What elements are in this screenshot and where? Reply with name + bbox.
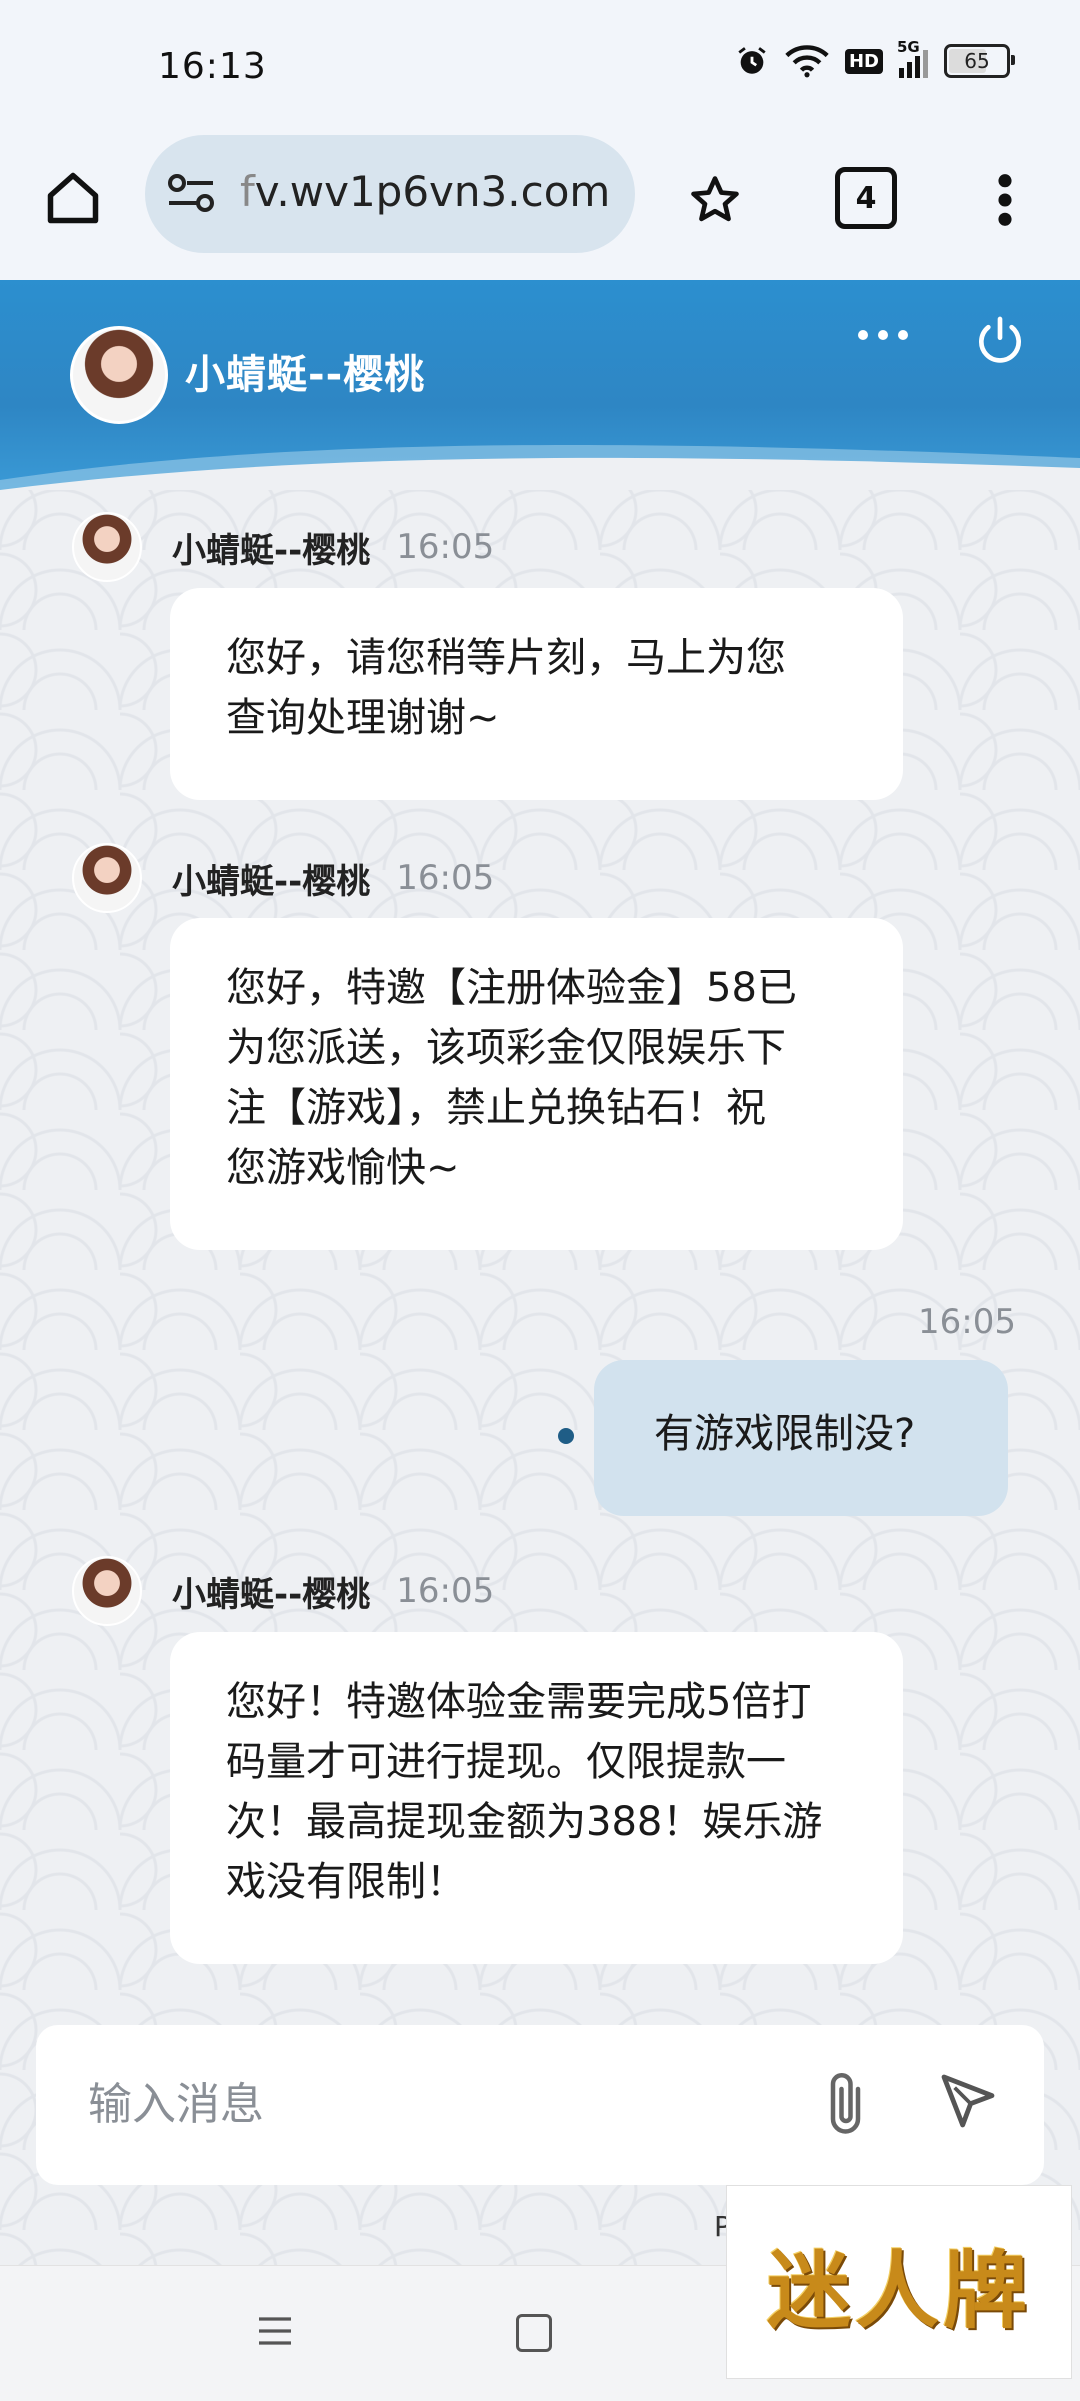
sender-name: 小蜻蜓--樱桃 [172, 861, 371, 902]
more-vert-icon [998, 174, 1012, 226]
site-settings-icon[interactable] [165, 171, 217, 215]
agent-avatar-small [72, 512, 142, 582]
message-time: 16:05 [396, 858, 495, 898]
send-icon[interactable] [936, 2069, 1000, 2133]
url-text[interactable]: fv.wv1p6vn3.com [240, 167, 610, 216]
status-time: 16:13 [158, 46, 267, 87]
agent-message-bubble: 您好，请您稍等片刻，马上为您 查询处理谢谢~ [170, 588, 903, 800]
my-message-bubble: 有游戏限制没? [594, 1360, 1008, 1516]
chat-header: 小蜻蜓--樱桃 [0, 280, 1080, 490]
nav-home-button[interactable] [516, 2314, 552, 2352]
agent-avatar-small [72, 1556, 142, 1626]
attachment-icon[interactable] [818, 2065, 878, 2143]
message-time: 16:05 [918, 1302, 1016, 1342]
hd-badge: HD [844, 48, 883, 74]
address-bar[interactable]: fv.wv1p6vn3.com [145, 135, 635, 253]
header-wave [0, 445, 1080, 490]
message-line: 您好，特邀【注册体验金】58已 [226, 965, 797, 1011]
message-line: 查询处理谢谢~ [226, 695, 500, 741]
message-time: 16:05 [396, 527, 495, 567]
wifi-icon [785, 45, 829, 78]
url-prefix: f [240, 167, 255, 216]
more-horiz-icon[interactable] [855, 325, 911, 345]
message-input[interactable] [86, 2073, 810, 2135]
recents-menu-icon[interactable] [255, 2311, 295, 2351]
url-domain: v.wv1p6vn3.com [254, 167, 611, 216]
signal-icon: 5G [897, 38, 928, 78]
network-type-label: 5G [897, 38, 920, 56]
watermark-text: 迷人牌 [766, 2241, 1031, 2340]
message-composer [36, 2025, 1044, 2185]
star-icon [691, 176, 739, 222]
message-line: 戏没有限制！ [226, 1859, 466, 1905]
message-line: 有游戏限制没? [654, 1411, 916, 1457]
battery-level: 65 [964, 49, 990, 73]
message-line: 码量才可进行提现。仅限提款一 [226, 1739, 786, 1785]
agent-avatar [70, 326, 168, 424]
sender-name: 小蜻蜓--樱桃 [172, 1574, 371, 1615]
agent-avatar-small [72, 843, 142, 913]
message-time: 16:05 [396, 1571, 495, 1611]
bookmark-button[interactable] [680, 165, 750, 235]
message-line: 您游戏愉快~ [226, 1145, 460, 1191]
agent-message-bubble: 您好，特邀【注册体验金】58已 为您派送，该项彩金仅限娱乐下 注【游戏】，禁止兑… [170, 918, 903, 1250]
message-line: 为您派送，该项彩金仅限娱乐下 [226, 1025, 786, 1071]
alarm-icon [738, 47, 766, 74]
message-line: 您好，请您稍等片刻，马上为您 [226, 635, 786, 681]
sent-status-icon [558, 1428, 574, 1444]
message-meta: 小蜻蜓--樱桃 16:05 [72, 843, 494, 913]
message-meta: 小蜻蜓--樱桃 16:05 [72, 1556, 494, 1626]
status-bar: 16:13 HD 5G 65 [0, 0, 1080, 135]
agent-name: 小蜻蜓--樱桃 [185, 352, 426, 398]
browser-toolbar: fv.wv1p6vn3.com 4 [0, 135, 1080, 280]
message-line: 注【游戏】，禁止兑换钻石！祝 [226, 1085, 766, 1131]
message-line: 您好！特邀体验金需要完成5倍打 [226, 1679, 812, 1725]
power-icon[interactable] [972, 312, 1028, 368]
browser-menu-button[interactable] [985, 165, 1025, 235]
home-icon [47, 172, 99, 224]
message-line: 次！最高提现金额为388！娱乐游 [226, 1799, 823, 1845]
tab-switcher-button[interactable]: 4 [835, 167, 897, 229]
sender-name: 小蜻蜓--樱桃 [172, 530, 371, 571]
status-icons: HD 5G 65 [735, 38, 1015, 78]
battery-icon: 65 [944, 44, 1015, 78]
home-button[interactable] [38, 163, 108, 233]
agent-message-bubble: 您好！特邀体验金需要完成5倍打 码量才可进行提现。仅限提款一 次！最高提现金额为… [170, 1632, 903, 1964]
watermark-logo: 迷人牌 [726, 2185, 1072, 2379]
message-meta: 小蜻蜓--樱桃 16:05 [72, 512, 494, 582]
